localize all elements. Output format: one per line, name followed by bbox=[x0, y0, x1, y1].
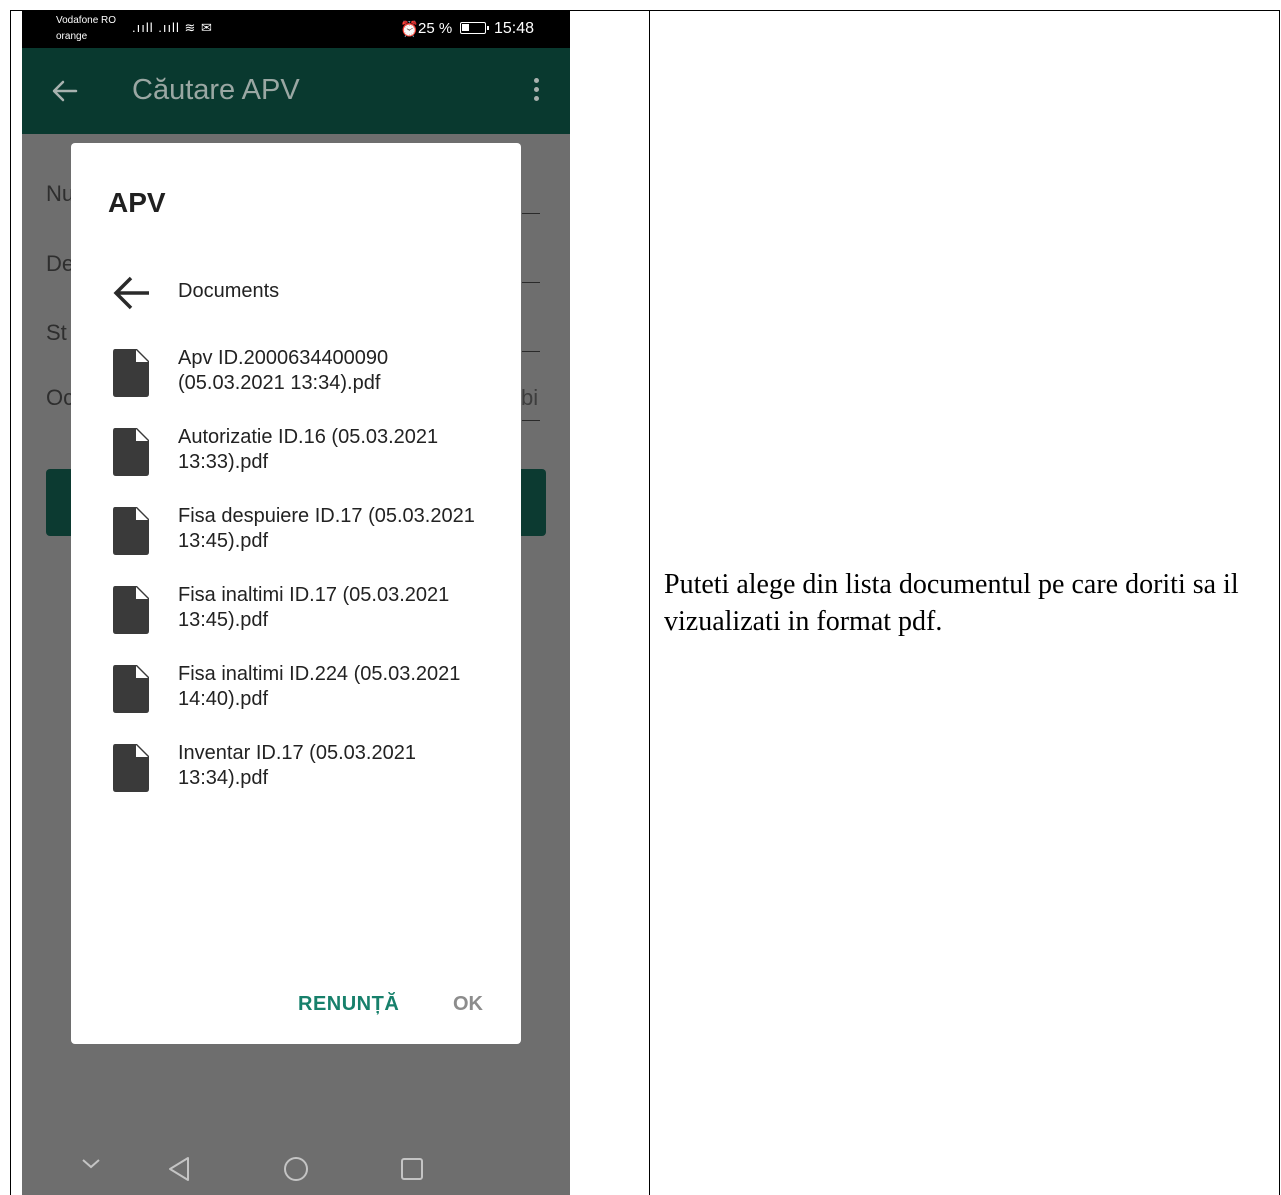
background-field-label: St bbox=[46, 320, 67, 345]
file-icon bbox=[113, 349, 149, 397]
background-field-label: De bbox=[46, 251, 75, 276]
background-field-underline bbox=[522, 351, 540, 352]
background-field-underline bbox=[522, 420, 540, 421]
phone-screenshot: Vodafone RO orange .ııll .ııll ≋ ✉ ⏰ 25 … bbox=[22, 11, 570, 1195]
ok-button[interactable]: OK bbox=[453, 993, 483, 1016]
file-list-item[interactable]: Autorizatie ID.16 (05.03.2021 13:33).pdf bbox=[71, 425, 521, 491]
overflow-menu-icon[interactable] bbox=[529, 78, 543, 106]
background-field-label: Oc bbox=[46, 385, 75, 410]
file-icon bbox=[113, 665, 149, 713]
carrier-name-secondary: orange bbox=[56, 31, 88, 42]
dialog-title: APV bbox=[108, 187, 166, 218]
file-list-item[interactable]: Apv ID.2000634400090 (05.03.2021 13:34).… bbox=[71, 346, 521, 412]
file-list-item[interactable]: Inventar ID.17 (05.03.2021 13:34).pdf bbox=[71, 741, 521, 807]
app-bar: Căutare APV bbox=[22, 48, 570, 134]
background-field-value: bi bbox=[521, 385, 539, 410]
status-bar: Vodafone RO orange .ııll .ııll ≋ ✉ ⏰ 25 … bbox=[22, 11, 570, 48]
file-icon bbox=[113, 586, 149, 634]
background-field-underline bbox=[522, 213, 540, 214]
system-nav-bar bbox=[22, 1135, 570, 1195]
background-field-underline bbox=[522, 282, 540, 283]
file-list-item[interactable]: Fisa despuiere ID.17 (05.03.2021 13:45).… bbox=[71, 504, 521, 570]
file-icon bbox=[113, 507, 149, 555]
battery-icon bbox=[460, 22, 489, 34]
file-list-item[interactable]: Fisa inaltimi ID.17 (05.03.2021 13:45).p… bbox=[71, 583, 521, 649]
table-divider bbox=[649, 10, 650, 1195]
file-list-item[interactable]: Fisa inaltimi ID.224 (05.03.2021 14:40).… bbox=[71, 662, 521, 728]
home-circle-icon[interactable] bbox=[282, 1155, 310, 1183]
file-picker-dialog: APV Documents Apv ID.2000634400090 (05.0… bbox=[71, 143, 521, 1044]
cancel-button[interactable]: RENUNȚĂ bbox=[298, 993, 399, 1016]
file-name: Inventar ID.17 (05.03.2021 13:34).pdf bbox=[178, 742, 416, 789]
carrier-name: Vodafone RO bbox=[56, 15, 117, 26]
file-name: Fisa inaltimi ID.224 (05.03.2021 14:40).… bbox=[178, 663, 461, 710]
back-arrow-icon[interactable] bbox=[50, 76, 80, 106]
current-folder-label: Documents bbox=[178, 280, 280, 302]
back-triangle-icon[interactable] bbox=[166, 1155, 192, 1183]
signal-icons: .ııll .ııll ≋ ✉ bbox=[132, 20, 213, 35]
file-name: Autorizatie ID.16 (05.03.2021 13:33).pdf bbox=[178, 426, 439, 473]
file-name: Fisa despuiere ID.17 (05.03.2021 13:45).… bbox=[178, 505, 475, 552]
file-name: Fisa inaltimi ID.17 (05.03.2021 13:45).p… bbox=[178, 584, 450, 631]
recents-square-icon[interactable] bbox=[399, 1156, 425, 1182]
status-clock: 15:48 bbox=[494, 20, 535, 37]
battery-percent: 25 % bbox=[418, 20, 453, 37]
instruction-caption: Puteti alege din lista documentul pe car… bbox=[664, 569, 1239, 637]
chevron-down-icon[interactable] bbox=[80, 1157, 102, 1171]
file-name: Apv ID.2000634400090 (05.03.2021 13:34).… bbox=[178, 347, 389, 394]
file-icon bbox=[113, 744, 149, 792]
file-icon bbox=[113, 428, 149, 476]
folder-back-icon[interactable] bbox=[111, 273, 153, 313]
alarm-icon: ⏰ bbox=[400, 21, 419, 38]
background-field-label: Nu bbox=[46, 181, 75, 206]
app-title: Căutare APV bbox=[132, 74, 300, 106]
